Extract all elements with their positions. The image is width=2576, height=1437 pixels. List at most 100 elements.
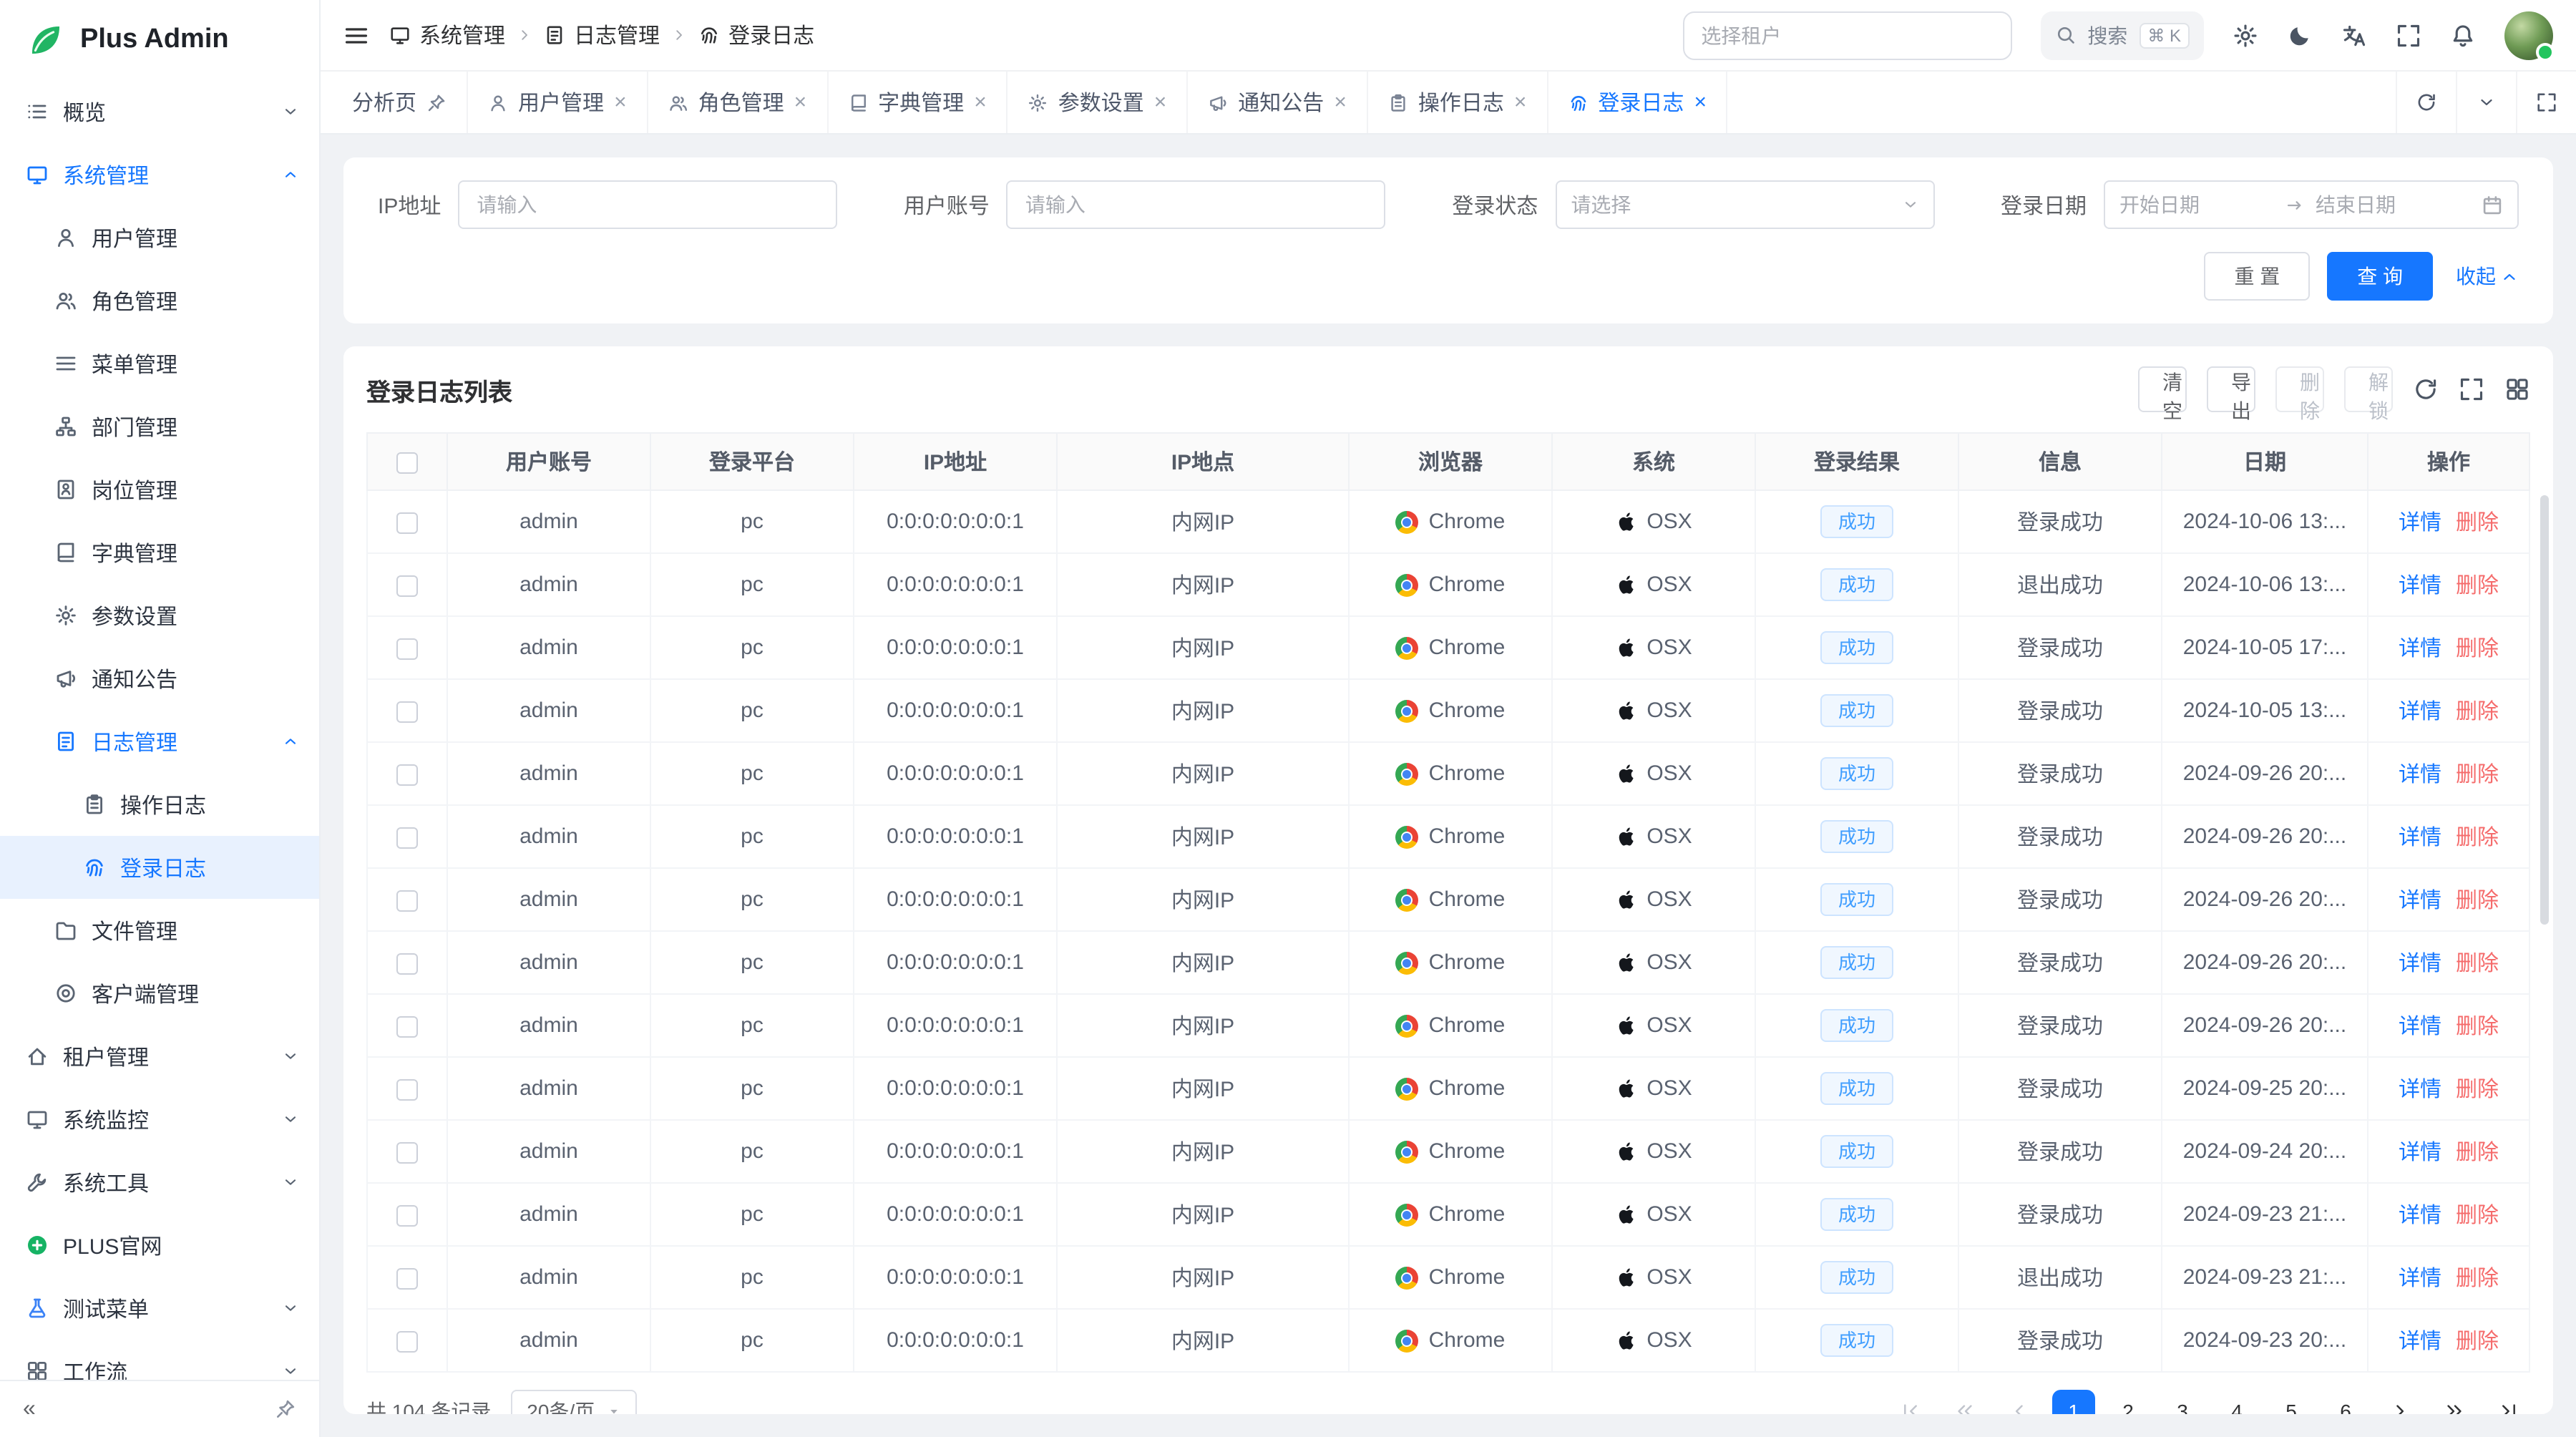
sidebar-collapse-button[interactable]: « — [23, 1396, 36, 1422]
next-page-button[interactable] — [2379, 1390, 2421, 1414]
row-delete-link[interactable]: 删除 — [2456, 700, 2499, 724]
close-icon[interactable]: × — [1334, 92, 1347, 113]
detail-link[interactable]: 详情 — [2399, 574, 2441, 598]
app-logo[interactable]: Plus Admin — [0, 0, 319, 80]
sidebar-item-system-mgmt[interactable]: 系统管理 — [0, 143, 319, 206]
reset-button[interactable]: 重 置 — [2204, 252, 2310, 301]
close-icon[interactable]: × — [614, 92, 627, 113]
export-button[interactable]: 导出 — [2207, 366, 2255, 412]
refresh-tab-button[interactable] — [2396, 72, 2456, 133]
sidebar-item-tenant-mgmt[interactable]: 租户管理 — [0, 1025, 319, 1088]
clear-button[interactable]: 清空 — [2138, 366, 2187, 412]
detail-link[interactable]: 详情 — [2399, 637, 2441, 661]
page-button-4[interactable]: 4 — [2215, 1390, 2258, 1414]
detail-link[interactable]: 详情 — [2399, 1078, 2441, 1102]
notification-bell-icon[interactable] — [2450, 22, 2476, 48]
row-delete-link[interactable]: 删除 — [2456, 763, 2499, 787]
detail-link[interactable]: 详情 — [2399, 1141, 2441, 1165]
detail-link[interactable]: 详情 — [2399, 889, 2441, 913]
breadcrumb-item-system[interactable]: 系统管理 — [389, 20, 505, 50]
sidebar-item-dict-mgmt[interactable]: 字典管理 — [0, 521, 319, 584]
detail-link[interactable]: 详情 — [2399, 1015, 2441, 1039]
table-fullscreen-icon[interactable] — [2459, 376, 2484, 402]
row-checkbox[interactable] — [396, 512, 418, 533]
sidebar-item-client-mgmt[interactable]: 客户端管理 — [0, 962, 319, 1025]
ip-input[interactable] — [458, 180, 837, 229]
row-delete-link[interactable]: 删除 — [2456, 511, 2499, 535]
detail-link[interactable]: 详情 — [2399, 826, 2441, 850]
prev-5-pages-button[interactable] — [1943, 1390, 1986, 1414]
detail-link[interactable]: 详情 — [2399, 763, 2441, 787]
sidebar-item-user-mgmt[interactable]: 用户管理 — [0, 206, 319, 269]
sidebar-item-notice[interactable]: 通知公告 — [0, 647, 319, 710]
page-size-select[interactable]: 20条/页 — [511, 1390, 636, 1414]
row-checkbox[interactable] — [396, 575, 418, 596]
row-checkbox[interactable] — [396, 701, 418, 722]
prev-page-button[interactable] — [1998, 1390, 2041, 1414]
sidebar-toggle-button[interactable] — [343, 22, 369, 48]
sidebar-item-monitor[interactable]: 系统监控 — [0, 1088, 319, 1151]
page-button-3[interactable]: 3 — [2161, 1390, 2204, 1414]
sidebar-item-login-log[interactable]: 登录日志 — [0, 836, 319, 899]
close-icon[interactable]: × — [1514, 92, 1527, 113]
sidebar-item-post-mgmt[interactable]: 岗位管理 — [0, 458, 319, 521]
sidebar-pin-icon[interactable] — [275, 1398, 296, 1420]
select-all-checkbox[interactable] — [396, 452, 418, 473]
row-delete-link[interactable]: 删除 — [2456, 1015, 2499, 1039]
settings-gear-icon[interactable] — [2233, 22, 2258, 48]
page-button-5[interactable]: 5 — [2270, 1390, 2313, 1414]
translate-icon[interactable] — [2341, 22, 2367, 48]
detail-link[interactable]: 详情 — [2399, 1267, 2441, 1291]
row-checkbox[interactable] — [396, 1078, 418, 1100]
sidebar-item-oper-log[interactable]: 操作日志 — [0, 773, 319, 836]
sidebar-item-menu-mgmt[interactable]: 菜单管理 — [0, 332, 319, 395]
account-input[interactable] — [1007, 180, 1386, 229]
row-checkbox[interactable] — [396, 827, 418, 848]
detail-link[interactable]: 详情 — [2399, 511, 2441, 535]
content-fullscreen-button[interactable] — [2516, 72, 2576, 133]
row-checkbox[interactable] — [396, 1330, 418, 1352]
tab-notice[interactable]: 通知公告 × — [1188, 72, 1368, 133]
tab-dict-mgmt[interactable]: 字典管理 × — [828, 72, 1008, 133]
sidebar-item-plus-site[interactable]: PLUS官网 — [0, 1214, 319, 1277]
close-icon[interactable]: × — [974, 92, 987, 113]
row-delete-link[interactable]: 删除 — [2456, 1330, 2499, 1354]
sidebar-item-tools[interactable]: 系统工具 — [0, 1151, 319, 1214]
page-button-2[interactable]: 2 — [2107, 1390, 2150, 1414]
sidebar-item-test-menu[interactable]: 测试菜单 — [0, 1277, 319, 1340]
detail-link[interactable]: 详情 — [2399, 1204, 2441, 1228]
row-delete-link[interactable]: 删除 — [2456, 1078, 2499, 1102]
row-delete-link[interactable]: 删除 — [2456, 1204, 2499, 1228]
collapse-filter-link[interactable]: 收起 — [2456, 262, 2519, 291]
tab-oper-log[interactable]: 操作日志 × — [1368, 72, 1548, 133]
user-avatar[interactable] — [2504, 11, 2553, 59]
delete-button[interactable]: 删除 — [2275, 366, 2324, 412]
page-button-6[interactable]: 6 — [2324, 1390, 2367, 1414]
row-delete-link[interactable]: 删除 — [2456, 889, 2499, 913]
row-delete-link[interactable]: 删除 — [2456, 826, 2499, 850]
sidebar-item-role-mgmt[interactable]: 角色管理 — [0, 269, 319, 332]
row-checkbox[interactable] — [396, 953, 418, 974]
sidebar-item-dept-mgmt[interactable]: 部门管理 — [0, 395, 319, 458]
row-delete-link[interactable]: 删除 — [2456, 637, 2499, 661]
sidebar-item-log-mgmt[interactable]: 日志管理 — [0, 710, 319, 773]
breadcrumb-item-login-log[interactable]: 登录日志 — [698, 20, 814, 50]
fullscreen-icon[interactable] — [2396, 22, 2421, 48]
dark-mode-moon-icon[interactable] — [2287, 22, 2313, 48]
last-page-button[interactable] — [2487, 1390, 2530, 1414]
row-delete-link[interactable]: 删除 — [2456, 952, 2499, 976]
tenant-select[interactable] — [1682, 11, 2011, 59]
row-checkbox[interactable] — [396, 764, 418, 785]
date-range-picker[interactable]: 开始日期 结束日期 — [2104, 180, 2519, 229]
row-checkbox[interactable] — [396, 890, 418, 911]
tab-param-settings[interactable]: 参数设置 × — [1008, 72, 1189, 133]
first-page-button[interactable] — [1889, 1390, 1932, 1414]
close-icon[interactable]: × — [1154, 92, 1167, 113]
detail-link[interactable]: 详情 — [2399, 700, 2441, 724]
row-checkbox[interactable] — [396, 1267, 418, 1289]
row-delete-link[interactable]: 删除 — [2456, 1267, 2499, 1291]
page-button-1[interactable]: 1 — [2052, 1390, 2095, 1414]
tab-actions-dropdown[interactable] — [2456, 72, 2516, 133]
tab-user-mgmt[interactable]: 用户管理 × — [468, 72, 648, 133]
row-checkbox[interactable] — [396, 1015, 418, 1037]
